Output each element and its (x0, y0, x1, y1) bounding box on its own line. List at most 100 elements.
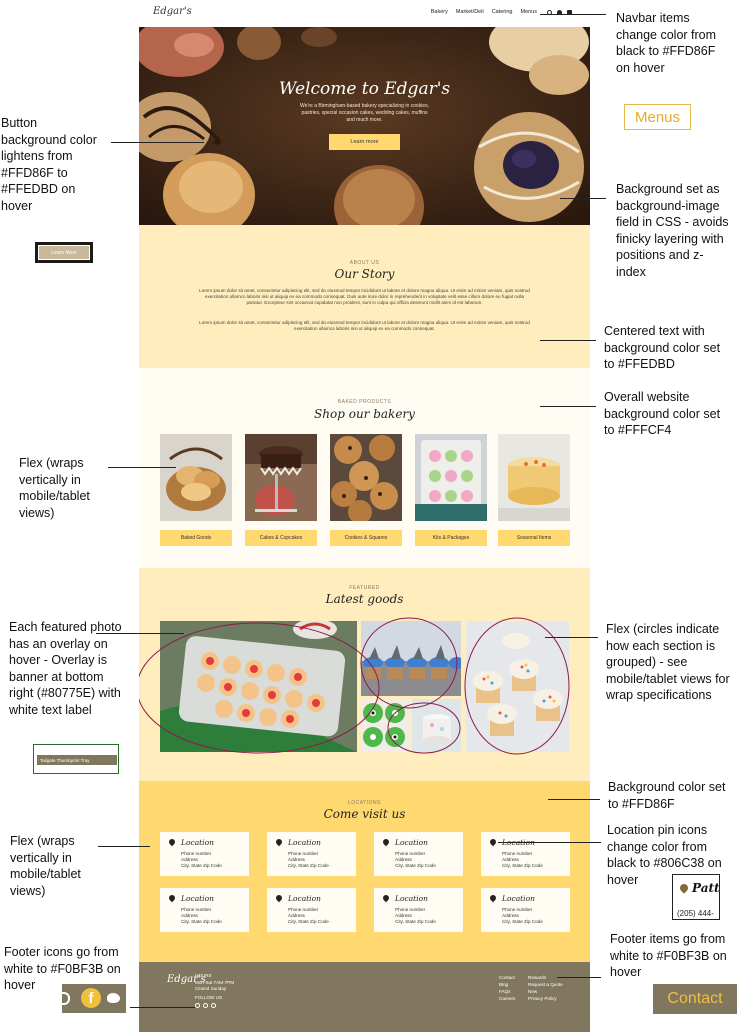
navbar: Edgar's Bakery Market/Deli Catering Menu… (139, 0, 590, 27)
footer-hours: Mon-Sat 7AM-7PM (195, 980, 235, 985)
annotation-site-background: Overall website background color set to … (604, 390, 721, 437)
product-image[interactable] (160, 434, 232, 521)
location-phone: Phone number (181, 907, 212, 912)
twitter-icon (107, 993, 120, 1003)
footer-icons-hover-example: f (62, 984, 126, 1013)
nav-menus[interactable]: Menus (520, 9, 537, 15)
location-title: Location (502, 894, 535, 903)
learn-more-button[interactable]: Learn more (329, 134, 400, 150)
location-city: City, State Zip Code (502, 863, 543, 868)
leader-line (111, 142, 204, 143)
location-city: City, State Zip Code (288, 919, 329, 924)
latest-goods-section: FEATURED Latest goods (139, 568, 590, 781)
facebook-icon[interactable] (211, 1003, 216, 1008)
location-card[interactable]: LocationPhone numberAddressCity, State Z… (267, 832, 356, 876)
leader-line (130, 1007, 195, 1008)
nav-catering[interactable]: Catering (492, 9, 513, 15)
product-button[interactable]: Seasonal Items (498, 530, 570, 546)
annotation-navbar-hover: Navbar items change color from black to … (616, 11, 717, 75)
annotation-story-background: Centered text with background color set … (604, 324, 721, 371)
leader-line (548, 799, 600, 800)
location-pin-icon[interactable] (274, 893, 284, 903)
annotation-latest-flex: Flex (circles indicate how each section … (606, 622, 730, 702)
location-city: City, State Zip Code (502, 919, 543, 924)
location-city: City, State Zip Code (395, 919, 436, 924)
location-pin-icon[interactable] (274, 837, 284, 847)
facebook-icon: f (81, 988, 101, 1008)
location-pin-icon[interactable] (381, 893, 391, 903)
annotation-button-hover: Button background color lightens from #F… (1, 116, 97, 213)
location-title: Location (181, 894, 214, 903)
instagram-icon[interactable] (203, 1003, 208, 1008)
footer-link-careers[interactable]: Careers (499, 996, 515, 1001)
leader-line (498, 842, 601, 843)
twitter-icon[interactable] (195, 1003, 200, 1008)
footer-link-blog[interactable]: Blog (499, 982, 508, 987)
shop-title: Shop our bakery (314, 407, 415, 421)
product-button[interactable]: Cakes & Cupcakes (245, 530, 317, 546)
location-title: Location (395, 838, 428, 847)
footer-link-request-quote[interactable]: Request a Quote (528, 982, 563, 987)
nav-market-deli[interactable]: Market/Deli (456, 9, 484, 15)
hero-background-image (139, 27, 590, 225)
grouping-ellipse-top-middle (360, 617, 458, 709)
leader-line (540, 406, 596, 407)
footer-follow-label: FOLLOW US (195, 995, 223, 1000)
location-pin-icon[interactable] (381, 837, 391, 847)
location-phone: Phone number (288, 907, 319, 912)
product-button[interactable]: Kits & Packages (415, 530, 487, 546)
pin-hover-example: Patt (205) 444- (672, 874, 720, 920)
product-image[interactable] (330, 434, 402, 521)
location-title: Location (181, 838, 214, 847)
location-pin-icon[interactable] (167, 837, 177, 847)
annotation-visit-flex: Flex (wraps vertically in mobile/tablet … (10, 834, 81, 898)
footer-link-new[interactable]: New (528, 989, 537, 994)
location-address: Address (502, 857, 519, 862)
location-address: Address (395, 857, 412, 862)
product-image[interactable] (498, 434, 570, 521)
leader-line (96, 633, 184, 634)
product-image[interactable] (415, 434, 487, 521)
product-image[interactable] (245, 434, 317, 521)
footer-link-privacy[interactable]: Privacy Policy (528, 996, 557, 1001)
hero-title: Welcome to Edgar's (278, 79, 451, 99)
website-mockup: Edgar's Bakery Market/Deli Catering Menu… (139, 0, 590, 1032)
footer-link-faqs[interactable]: FAQs (499, 989, 511, 994)
site-logo[interactable]: Edgar's (153, 6, 192, 17)
location-address: Address (288, 857, 305, 862)
location-card[interactable]: LocationPhone numberAddressCity, State Z… (160, 832, 249, 876)
footer-hours-label: HOURS (195, 973, 212, 978)
location-pin-icon[interactable] (488, 893, 498, 903)
location-card[interactable]: LocationPhone numberAddressCity, State Z… (267, 888, 356, 932)
location-city: City, State Zip Code (181, 863, 222, 868)
location-address: Address (288, 913, 305, 918)
location-phone: Phone number (395, 907, 426, 912)
location-address: Address (181, 913, 198, 918)
product-button[interactable]: Cookies & Squares (330, 530, 402, 546)
location-card[interactable]: LocationPhone numberAddressCity, State Z… (374, 832, 463, 876)
location-card[interactable]: LocationPhone numberAddressCity, State Z… (481, 888, 570, 932)
hero-description: We're a Birmingham-based bakery speciali… (300, 103, 429, 123)
footer-link-rewards[interactable]: Rewards (528, 975, 546, 980)
location-card[interactable]: LocationPhone numberAddressCity, State Z… (160, 888, 249, 932)
product-button[interactable]: Baked Goods (160, 530, 232, 546)
hero-section: Welcome to Edgar's We're a Birmingham-ba… (139, 27, 590, 225)
footer-item-hover-example: Contact (653, 984, 737, 1014)
nav-bakery[interactable]: Bakery (431, 9, 448, 15)
pin-example-phone: (205) 444- (677, 909, 714, 918)
location-card[interactable]: LocationPhone numberAddressCity, State Z… (481, 832, 570, 876)
location-pin-icon (678, 882, 690, 894)
location-pin-icon[interactable] (167, 893, 177, 903)
leader-line (557, 977, 601, 978)
grouping-ellipse-large (139, 622, 380, 754)
footer-link-contact[interactable]: Contact (499, 975, 515, 980)
shop-eyebrow: BAKED PRODUCTS (337, 399, 392, 405)
story-paragraph-1: Lorem ipsum dolor sit amet, consectetur … (199, 288, 530, 306)
annotation-footer-items: Footer items go from white to #F0BF3B on… (610, 932, 727, 979)
location-address: Address (502, 913, 519, 918)
visit-title: Come visit us (323, 807, 406, 821)
button-hover-example: Learn More (35, 242, 93, 263)
location-pin-icon[interactable] (488, 837, 498, 847)
location-card[interactable]: LocationPhone numberAddressCity, State Z… (374, 888, 463, 932)
visit-eyebrow: LOCATIONS (347, 800, 382, 806)
